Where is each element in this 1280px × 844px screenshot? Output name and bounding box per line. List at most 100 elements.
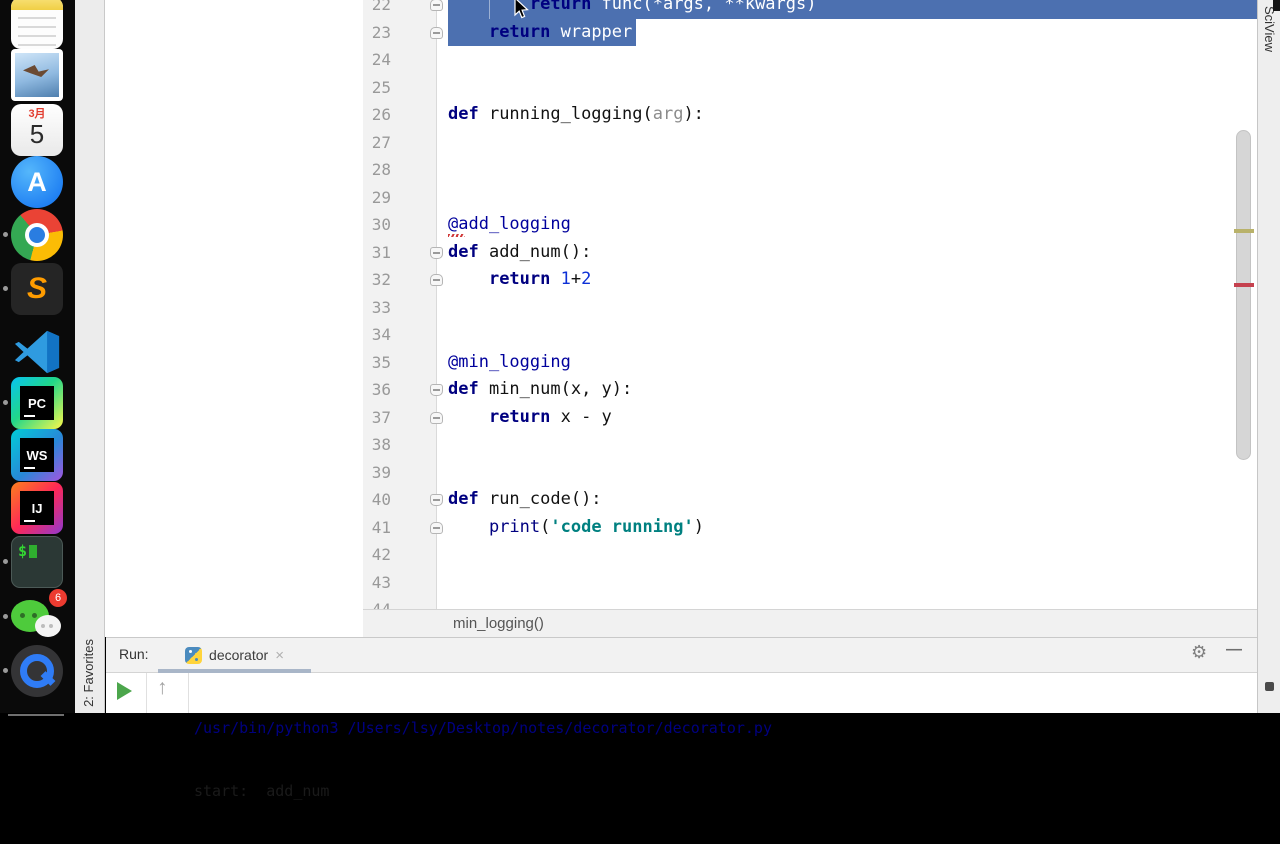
fold-marker-icon[interactable]: [430, 274, 443, 286]
fold-marker-icon[interactable]: [430, 521, 443, 534]
code-line-28[interactable]: 28: [363, 156, 1257, 184]
dock-item-pycharm[interactable]: PC: [3, 377, 63, 429]
pycharm-icon: PC: [11, 377, 63, 429]
scrollbar-thumb[interactable]: [1236, 130, 1251, 460]
code-line-32[interactable]: 32 return 1+2: [363, 266, 1257, 294]
dock-item-intellij[interactable]: IJ: [11, 482, 63, 534]
code-line-23[interactable]: 23 return wrapper: [363, 18, 1257, 46]
code-line-26[interactable]: 26 def running_logging(arg):: [363, 101, 1257, 129]
dock-item-calendar[interactable]: 3月 5: [11, 104, 63, 156]
breadcrumb[interactable]: min_logging(): [363, 609, 1257, 637]
breadcrumb-context[interactable]: min_logging(): [453, 615, 544, 632]
code-line-25[interactable]: 25: [363, 74, 1257, 102]
running-indicator-dot: [3, 286, 8, 291]
code-line-44[interactable]: 44: [363, 596, 1257, 609]
run-tab-title[interactable]: decorator: [209, 647, 268, 663]
fold-marker-icon[interactable]: [430, 26, 443, 39]
dock-item-sublime-text[interactable]: S: [3, 263, 63, 315]
code-line-31[interactable]: 31 def add_num():: [363, 239, 1257, 267]
code-line-39[interactable]: 39: [363, 459, 1257, 487]
code-line-42[interactable]: 42: [363, 541, 1257, 569]
run-tab-decorator[interactable]: decorator ×: [158, 638, 311, 673]
code-token: def: [448, 489, 479, 509]
fold-marker-icon[interactable]: [430, 384, 443, 396]
code-line-33[interactable]: 33: [363, 294, 1257, 322]
dock-item-quicktime[interactable]: [3, 645, 63, 697]
scrollbar-error-stripe-mark[interactable]: [1234, 229, 1254, 233]
line-number: 33: [371, 297, 391, 317]
fold-marker-icon[interactable]: [430, 494, 443, 506]
code-line-27[interactable]: 27: [363, 129, 1257, 157]
code-line-40[interactable]: 40 def run_code():: [363, 486, 1257, 514]
fold-marker-icon[interactable]: [430, 0, 443, 11]
dock-item-vscode[interactable]: [11, 326, 63, 378]
running-indicator-dot: [3, 614, 8, 619]
line-number: 44: [363, 596, 391, 609]
code-token: arg: [652, 104, 684, 124]
code-token: @min_logging: [448, 351, 571, 372]
line-number: 29: [371, 187, 391, 207]
dock-item-app-store[interactable]: A: [11, 156, 63, 208]
code-line-22[interactable]: 22 return func(*args, **kwargs): [363, 0, 1257, 19]
code-editor[interactable]: 22 return func(*args, **kwargs) 23 return…: [363, 0, 1257, 609]
code-text: @add_logging: [437, 211, 1257, 239]
gear-icon[interactable]: ⚙: [1191, 642, 1207, 663]
line-number: 35: [371, 352, 391, 372]
code-text: print('code running'): [437, 514, 1257, 542]
dock-item-chrome[interactable]: [3, 209, 63, 261]
line-number: 32: [371, 270, 391, 289]
line-number: 38: [371, 435, 391, 454]
close-icon[interactable]: ×: [275, 647, 284, 664]
up-arrow-icon[interactable]: ↑: [157, 676, 168, 700]
minimize-icon[interactable]: —: [1226, 641, 1242, 659]
code-token: (: [540, 516, 551, 537]
dock-item-notes[interactable]: [11, 0, 63, 49]
code-token: print: [488, 516, 541, 537]
running-indicator-dot: [3, 668, 8, 673]
code-line-34[interactable]: 34: [363, 321, 1257, 349]
line-number: 27: [371, 132, 391, 152]
code-text: return x - y: [437, 404, 1257, 432]
code-line-35[interactable]: 35 @min_logging: [363, 349, 1257, 377]
code-line-36[interactable]: 36 def min_num(x, y):: [363, 376, 1257, 404]
bottom-stripe-mini-icon[interactable]: [1265, 682, 1274, 691]
fold-marker-icon[interactable]: [430, 246, 443, 259]
code-line-41[interactable]: 41 print('code running'): [363, 514, 1257, 542]
line-number: 34: [371, 325, 391, 344]
code-line-43[interactable]: 43: [363, 569, 1257, 597]
dock-item-wechat[interactable]: 6: [3, 589, 67, 643]
fold-marker-icon[interactable]: [430, 411, 443, 424]
favorites-toolwindow-button[interactable]: 2: Favorites: [81, 639, 96, 707]
dock-item-mail[interactable]: [11, 49, 63, 101]
code-line-29[interactable]: 29: [363, 184, 1257, 212]
code-text: def min_num(x, y):: [437, 376, 1257, 404]
code-text: return func(*args, **kwargs): [437, 0, 1257, 19]
code-token: run_code():: [478, 489, 602, 509]
code-token: def: [448, 104, 479, 124]
rerun-button[interactable]: [117, 682, 132, 700]
dock-item-terminal[interactable]: $: [3, 536, 63, 588]
code-text: @min_logging: [437, 349, 1257, 377]
code-line-24[interactable]: 24: [363, 46, 1257, 74]
code-line-30[interactable]: 30 @add_logging: [363, 211, 1257, 239]
mouse-cursor-icon: [514, 0, 529, 19]
sciview-toolwindow-button[interactable]: SciView: [1262, 6, 1277, 52]
code-token: 'code running': [550, 516, 694, 537]
code-token: wrapper: [550, 21, 633, 42]
code-token: 1: [560, 269, 571, 289]
wechat-badge: 6: [49, 589, 67, 607]
code-line-37[interactable]: 37 return x - y: [363, 404, 1257, 432]
code-token: @add_logging: [448, 214, 571, 234]
quicktime-icon: [11, 645, 63, 697]
bottom-black-bar: [0, 713, 1280, 720]
scrollbar-error-stripe-mark[interactable]: [1234, 283, 1254, 287]
wechat-icon: 6: [11, 589, 67, 643]
dock-item-webstorm[interactable]: WS: [11, 429, 63, 481]
console-output: /usr/bin/python3 /Users/lsy/Desktop/note…: [194, 676, 772, 844]
code-token: ): [693, 516, 704, 537]
code-line-38[interactable]: 38: [363, 431, 1257, 459]
